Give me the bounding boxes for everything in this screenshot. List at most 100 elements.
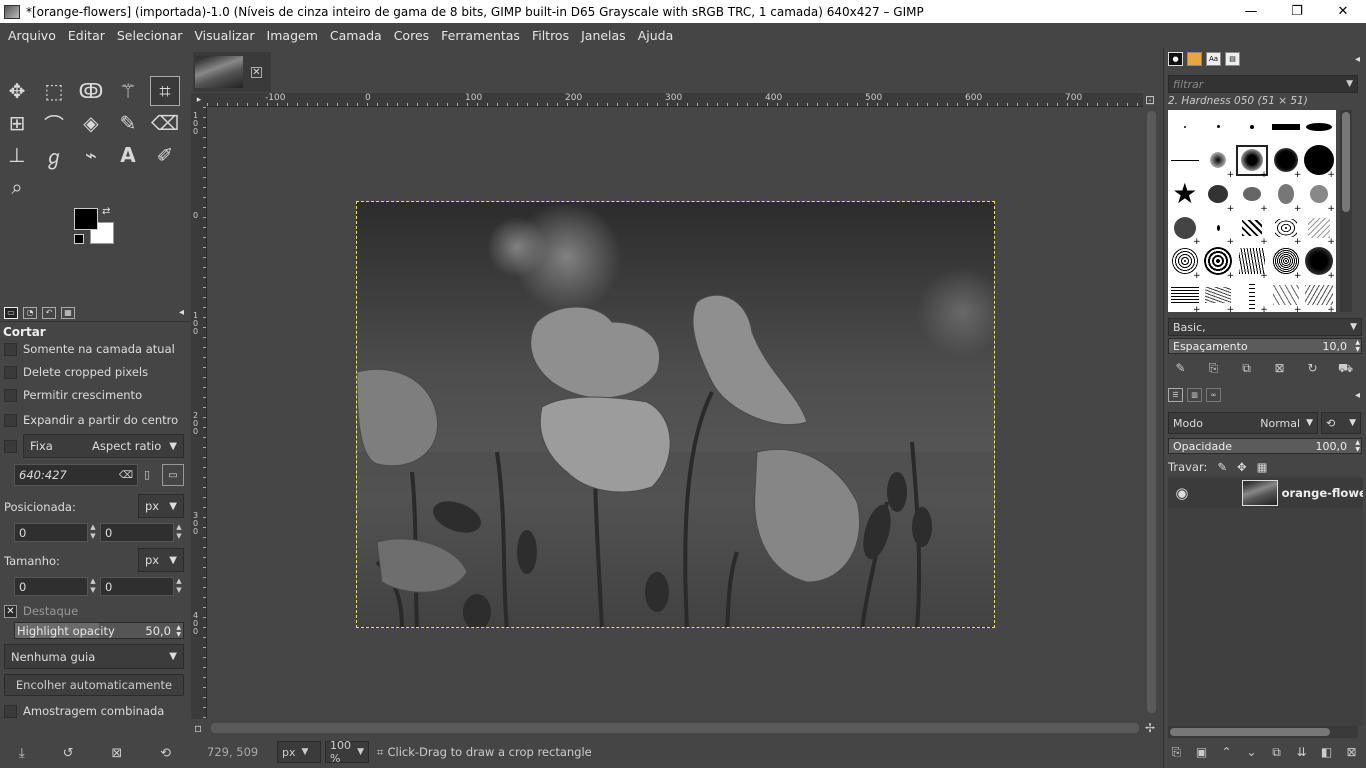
fixed-checkbox[interactable] [4, 440, 17, 453]
vertical-scrollbar[interactable] [1143, 107, 1160, 719]
highlight-opacity-spin-icon[interactable]: ▲ ▼ [176, 624, 181, 638]
layer-list[interactable] [1168, 476, 1363, 726]
rect-select-tool-icon[interactable]: ⬚ [39, 76, 69, 106]
unit-combo[interactable]: px ▼ [277, 741, 321, 763]
reset-colors-icon[interactable] [74, 234, 84, 244]
brush-item[interactable]: + [1202, 144, 1236, 180]
brush-item[interactable]: + [1235, 278, 1269, 312]
tool-options-tab-icon[interactable]: ▭ [4, 306, 18, 319]
position-unit-combo[interactable]: px ▼ [138, 494, 184, 518]
fixed-mode-combo[interactable]: Fixa Aspect ratio ▼ [23, 434, 184, 458]
brush-item[interactable]: + [1302, 177, 1336, 214]
layer-mask-icon[interactable]: ◧ [1314, 745, 1339, 760]
menu-ferramentas[interactable]: Ferramentas [435, 28, 526, 43]
layer-row[interactable]: ◉ orange-flowers [1168, 478, 1363, 508]
position-x-spin-icon[interactable]: ▲ ▼ [88, 523, 98, 541]
size-height-field[interactable]: 0 [100, 577, 174, 596]
size-height-spin-icon[interactable]: ▲ ▼ [174, 577, 184, 595]
clone-tool-icon[interactable]: ⊥ [2, 140, 32, 170]
brush-item[interactable]: + [1202, 244, 1236, 281]
foreground-color[interactable] [74, 208, 98, 230]
patterns-tab-icon[interactable] [1187, 52, 1202, 66]
eye-icon[interactable]: ◉ [1168, 484, 1196, 502]
tab-menu-icon[interactable]: ◂ [179, 307, 184, 318]
menu-selecionar[interactable]: Selecionar [111, 28, 189, 43]
size-width-field[interactable]: 0 [14, 577, 88, 596]
sample-merged-checkbox[interactable] [4, 704, 17, 718]
fuzzy-select-tool-icon[interactable]: ⚚ [113, 76, 143, 106]
lasso-tool-icon[interactable]: ↂ [76, 76, 106, 106]
lock-position-icon[interactable]: ✥ [1237, 460, 1247, 474]
brush-item[interactable] [1302, 110, 1336, 144]
new-brush-icon[interactable]: ⎘ [1197, 361, 1230, 377]
paths-tool-icon[interactable]: ⌁ [76, 140, 106, 170]
menu-cores[interactable]: Cores [388, 28, 435, 43]
menu-janelas[interactable]: Janelas [575, 28, 632, 43]
expand-from-center-option[interactable]: Expandir a partir do centro [4, 413, 178, 427]
layer-name[interactable]: orange-flowers [1282, 486, 1363, 500]
navigate-image-icon[interactable]: ✢ [1145, 721, 1155, 735]
edit-brush-icon[interactable]: ✎ [1164, 361, 1197, 377]
duplicate-brush-icon[interactable]: ⧉ [1230, 361, 1263, 377]
brush-spacing-spin-icon[interactable]: ▲ ▼ [1355, 339, 1360, 353]
sample-merged-option[interactable]: Amostragem combinada [4, 704, 164, 718]
allow-growing-checkbox[interactable] [4, 388, 17, 402]
unified-transform-tool-icon[interactable]: ⊞ [2, 108, 32, 138]
reset-options-icon[interactable]: ⟲ [160, 746, 171, 761]
brush-item[interactable] [1269, 110, 1303, 144]
maximize-button[interactable]: ❐ [1274, 0, 1320, 23]
landscape-icon[interactable]: ▭ [162, 464, 184, 486]
menu-visualizar[interactable]: Visualizar [188, 28, 260, 43]
brush-tag-combo[interactable]: Basic, ▼ [1168, 318, 1362, 336]
brush-item[interactable]: + [1269, 177, 1303, 214]
images-tab-icon[interactable]: ▦ [61, 306, 75, 319]
merge-layer-icon[interactable]: ⇊ [1289, 745, 1314, 760]
brush-item[interactable]: + [1235, 211, 1269, 247]
new-layer-group-icon[interactable]: ▣ [1189, 745, 1214, 760]
size-width-spin-icon[interactable]: ▲ ▼ [88, 577, 98, 595]
brushes-tab-menu-icon[interactable]: ◂ [1355, 54, 1360, 65]
brush-item[interactable]: + [1302, 278, 1336, 312]
delete-cropped-checkbox[interactable] [4, 365, 17, 379]
delete-cropped-option[interactable]: Delete cropped pixels [4, 365, 148, 379]
lower-layer-icon[interactable]: ⌄ [1239, 745, 1264, 760]
menu-ajuda[interactable]: Ajuda [632, 28, 680, 43]
clear-field-icon[interactable]: ⌫ [119, 470, 133, 481]
open-brush-as-image-icon[interactable]: ⛟ [1329, 361, 1362, 377]
zoom-image-on-resize-icon[interactable]: ⊡ [1145, 93, 1155, 107]
layers-tab-menu-icon[interactable]: ◂ [1355, 390, 1360, 401]
brush-item[interactable] [1168, 144, 1202, 178]
zoom-combo[interactable]: 100 % ▼ [325, 739, 369, 765]
star-brush-icon[interactable]: ★ [1168, 177, 1202, 211]
device-status-tab-icon[interactable]: ◔ [23, 306, 37, 319]
lock-alpha-icon[interactable]: ▦ [1257, 460, 1268, 474]
image-canvas[interactable] [356, 201, 995, 628]
restore-preset-icon[interactable]: ↺ [63, 746, 74, 761]
quick-mask-menu-icon[interactable]: ▸ [191, 93, 207, 107]
brush-item[interactable] [1235, 110, 1269, 144]
brush-item[interactable]: + [1269, 244, 1303, 281]
brush-item[interactable]: + [1269, 211, 1303, 247]
brush-item[interactable] [1202, 110, 1236, 144]
color-picker-tool-icon[interactable]: ✐ [150, 140, 180, 170]
brush-item[interactable]: + [1202, 211, 1236, 247]
composite-mode-combo[interactable]: ⟲ ▼ [1321, 412, 1361, 434]
swap-colors-icon[interactable]: ⇄ [102, 206, 110, 217]
current-layer-only-checkbox[interactable] [4, 342, 17, 356]
position-x-field[interactable]: 0 [14, 523, 88, 542]
layer-opacity-spin-icon[interactable]: ▲ ▼ [1355, 439, 1360, 453]
vertical-ruler[interactable]: 100 0 100 200 300 400 [191, 107, 207, 719]
fonts-tab-icon[interactable]: Aa [1206, 52, 1221, 66]
new-layer-icon[interactable]: ⎘ [1164, 745, 1189, 760]
brush-item[interactable]: + [1269, 144, 1303, 180]
brush-filter-input[interactable]: filtrar ▼ [1168, 75, 1358, 93]
horizontal-ruler[interactable]: -100 0 100 200 300 400 500 600 700 [207, 93, 1143, 107]
highlight-opacity-slider[interactable]: Highlight opacity 50,0 ▲ ▼ [14, 622, 184, 639]
refresh-brushes-icon[interactable]: ↻ [1296, 361, 1329, 377]
brush-item[interactable]: + [1202, 177, 1236, 214]
brush-grid-scrollbar[interactable] [1340, 110, 1352, 312]
lock-pixels-icon[interactable]: ✎ [1217, 460, 1227, 474]
horizontal-scrollbar[interactable] [207, 719, 1143, 737]
current-layer-only-option[interactable]: Somente na camada atual [4, 342, 175, 356]
undo-history-tab-icon[interactable]: ↶ [42, 306, 56, 319]
